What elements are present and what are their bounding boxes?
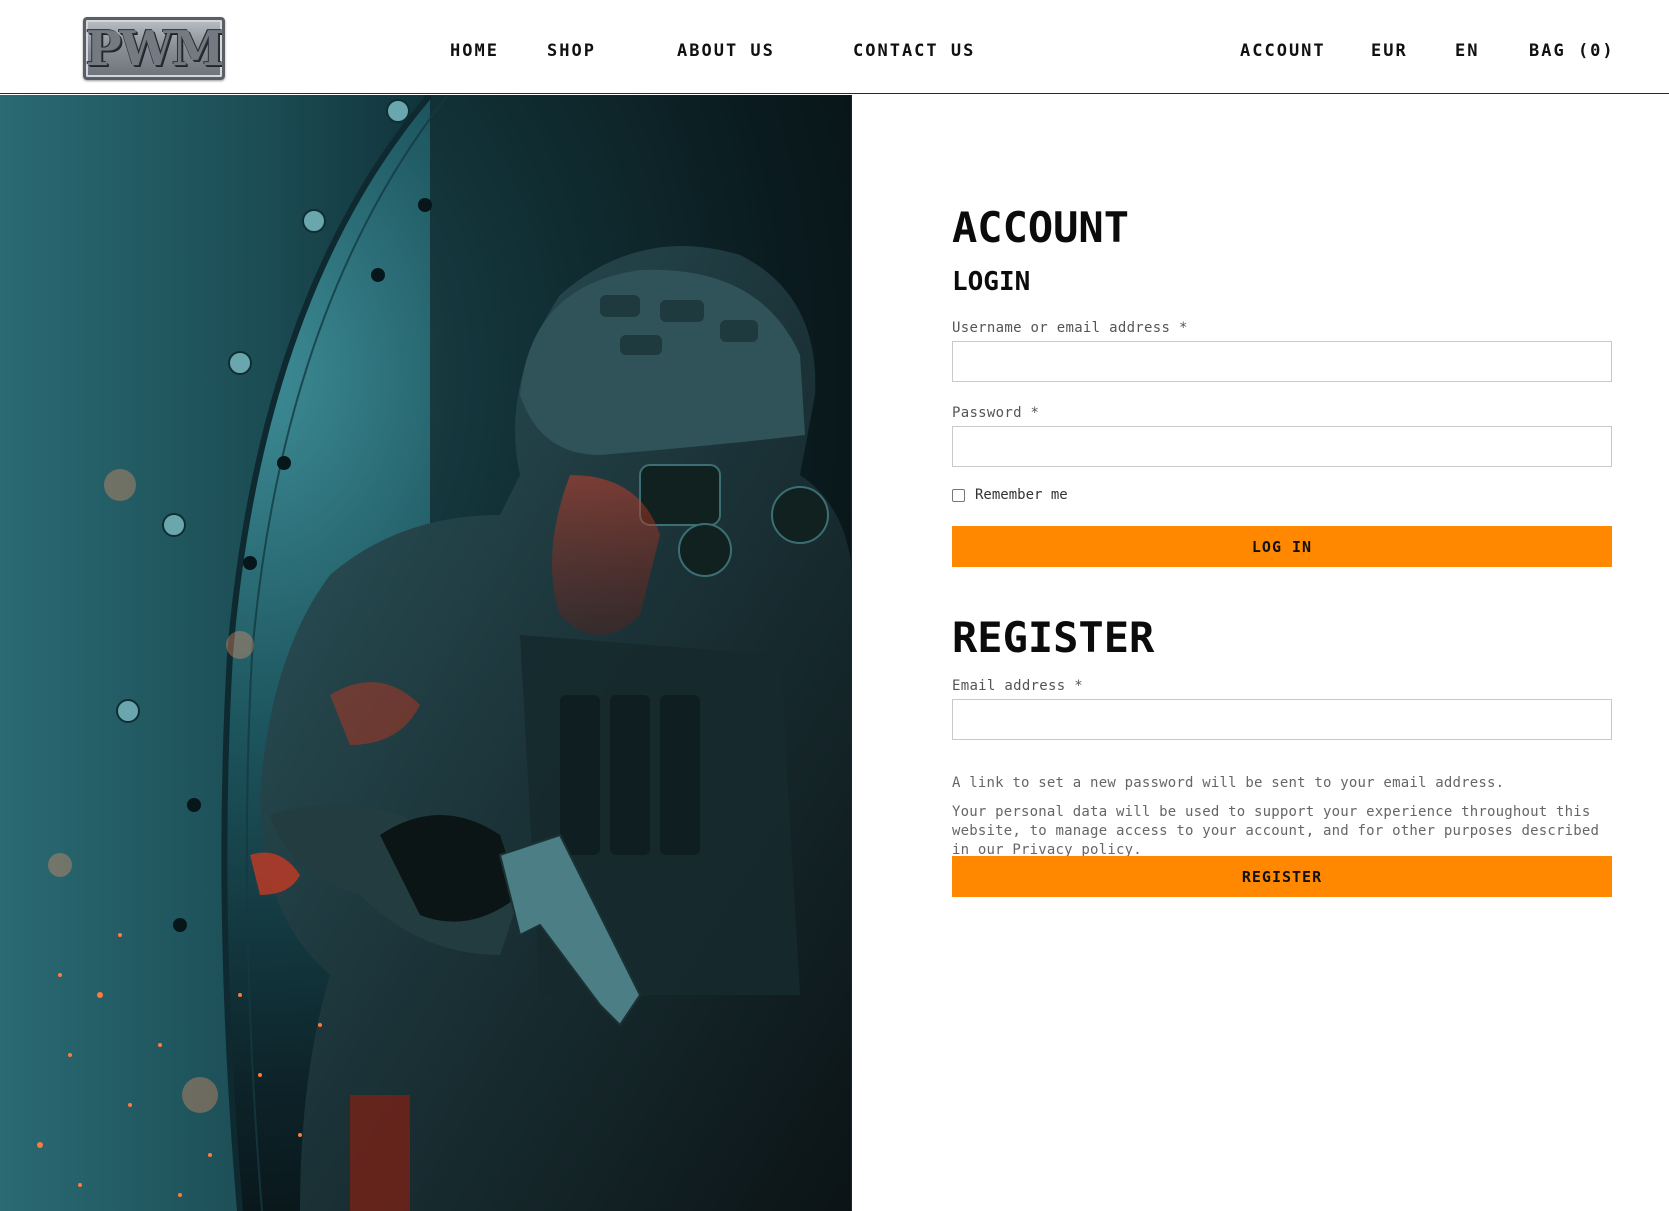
site-header: PWM HOME SHOP ABOUT US CONTACT US ACCOUN… (0, 0, 1669, 94)
nav-contact-us[interactable]: CONTACT US (853, 41, 975, 61)
hero-soldier-image (0, 95, 852, 1211)
password-label: Password * (952, 405, 1040, 421)
email-label: Email address * (952, 678, 1083, 694)
shopping-bag-link[interactable]: BAG (0) (1529, 41, 1615, 61)
remember-me-row[interactable]: Remember me (952, 487, 1068, 503)
remember-me-label[interactable]: Remember me (975, 487, 1068, 503)
email-input[interactable] (952, 699, 1612, 740)
nav-shop[interactable]: SHOP (547, 41, 596, 61)
username-input[interactable] (952, 341, 1612, 382)
page-title: ACCOUNT (952, 203, 1130, 252)
checkbox-icon[interactable] (952, 488, 965, 502)
nav-home[interactable]: HOME (450, 41, 499, 61)
login-heading: LOGIN (952, 267, 1031, 297)
username-label: Username or email address * (952, 320, 1188, 336)
soldier-illustration (0, 95, 851, 1211)
password-input[interactable] (952, 426, 1612, 467)
nav-account[interactable]: ACCOUNT (1240, 41, 1326, 61)
nav-about-us[interactable]: ABOUT US (677, 41, 775, 61)
language-selector[interactable]: EN (1455, 41, 1479, 61)
register-heading: REGISTER (952, 613, 1155, 662)
logo-text: PWM (85, 20, 223, 77)
password-link-note: A link to set a new password will be sen… (952, 775, 1505, 791)
privacy-note: Your personal data will be used to suppo… (952, 804, 1600, 858)
pwm-logo[interactable]: PWM (83, 17, 225, 80)
currency-selector[interactable]: EUR (1371, 41, 1408, 61)
login-button[interactable]: LOG IN (952, 526, 1612, 567)
register-button[interactable]: REGISTER (952, 856, 1612, 897)
